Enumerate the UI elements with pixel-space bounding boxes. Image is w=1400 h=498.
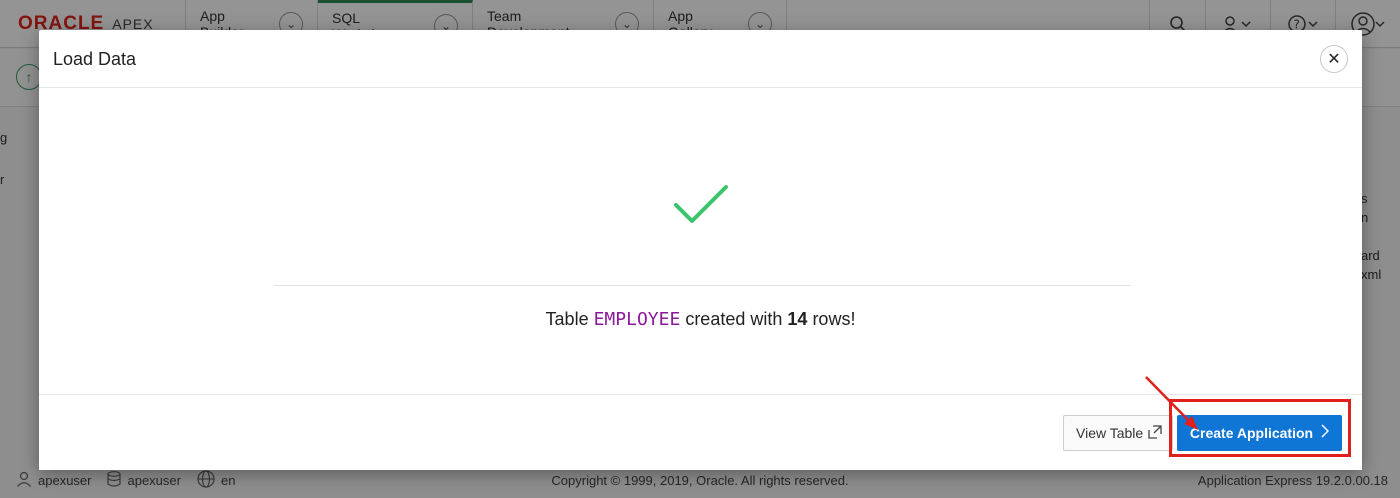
- table-name: EMPLOYEE: [593, 309, 681, 330]
- annotation-arrow-icon: [1145, 376, 1198, 430]
- row-count: 14: [787, 309, 808, 329]
- result-middle: created with: [685, 309, 783, 329]
- checkmark-icon: [674, 185, 728, 223]
- result-message: Table EMPLOYEE created with 14 rows!: [39, 309, 1362, 330]
- view-table-label: View Table: [1076, 425, 1144, 441]
- dialog-header: Load Data ✕: [39, 30, 1362, 88]
- result-prefix: Table: [545, 309, 589, 329]
- content-divider: [274, 285, 1131, 286]
- close-icon: ✕: [1327, 51, 1341, 68]
- dialog-title: Load Data: [53, 49, 137, 69]
- result-suffix: rows!: [812, 309, 856, 329]
- close-button[interactable]: ✕: [1320, 45, 1348, 73]
